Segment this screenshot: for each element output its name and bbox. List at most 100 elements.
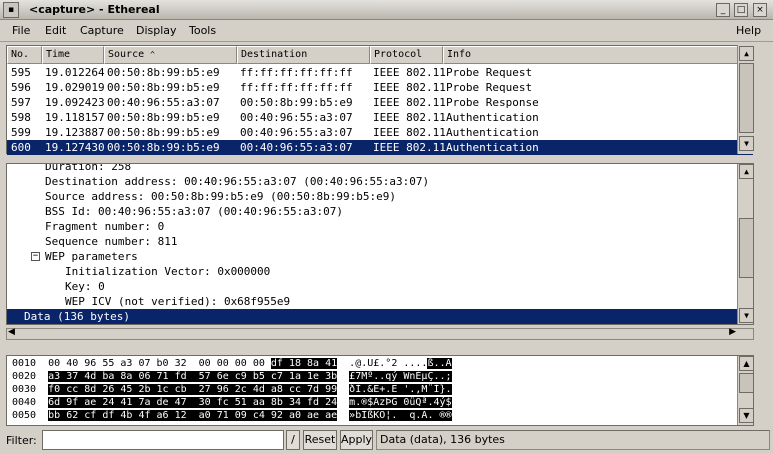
detail-sequence-number[interactable]: Sequence number: 811 [45, 234, 753, 249]
close-icon[interactable]: × [753, 3, 767, 17]
table-row[interactable]: 595 19.012264 00:50:8b:99:b5:e9 ff:ff:ff:ff… [7, 65, 753, 80]
column-header-source-label: Source [108, 49, 145, 60]
details-hscrollbar[interactable]: ◀ ▶ [6, 327, 754, 340]
pane-splitter[interactable] [0, 156, 773, 161]
table-row[interactable]: 596 19.029019 00:50:8b:99:b5:e9 ff:ff:ff:ff… [7, 80, 753, 95]
hex-scrollbar[interactable]: ▲ ▼ [737, 356, 753, 425]
cell-destination: 00:40:96:55:a3:07 [240, 111, 353, 124]
cell-info: Authentication [446, 141, 539, 154]
apply-button[interactable]: Apply [340, 430, 373, 450]
menu-help[interactable]: Help [736, 24, 761, 37]
scroll-up-icon[interactable]: ▲ [739, 356, 753, 371]
hex-ascii [337, 384, 349, 395]
cell-time: 19.127430 [45, 141, 105, 154]
cell-time: 19.012264 [45, 66, 105, 79]
hex-ascii-highlighted: ß..A [427, 358, 452, 369]
cell-source: 00:40:96:55:a3:07 [107, 96, 220, 109]
reset-button[interactable]: Reset [303, 430, 337, 450]
cell-destination: 00:40:96:55:a3:07 [240, 126, 353, 139]
cell-no: 595 [11, 66, 31, 79]
maximize-icon[interactable]: □ [734, 3, 748, 17]
cell-no: 598 [11, 111, 31, 124]
column-header-time[interactable]: Time [42, 46, 104, 64]
hex-dump: 0010 00 40 96 55 a3 07 b0 32 00 00 00 00… [6, 355, 754, 426]
scrollbar-thumb[interactable] [739, 373, 753, 393]
scroll-right-icon[interactable]: ▶ [729, 327, 736, 337]
detail-source-address[interactable]: Source address: 00:50:8b:99:b5:e9 (00:50… [45, 189, 753, 204]
filter-label: Filter: [6, 434, 37, 447]
cell-protocol: IEEE 802.11 [373, 66, 446, 79]
filter-input[interactable] [42, 430, 284, 450]
detail-fragment-number[interactable]: Fragment number: 0 [45, 219, 753, 234]
sort-indicator-icon: ^ [150, 50, 155, 59]
cell-source: 00:50:8b:99:b5:e9 [107, 126, 220, 139]
hex-bytes-highlighted: bb 62 cf df 4b 4f a6 12 a0 71 09 c4 92 a… [48, 410, 338, 421]
table-row[interactable]: 599 19.123887 00:50:8b:99:b5:e9 00:40:96:55… [7, 125, 753, 140]
hex-bytes-highlighted: f0 cc 8d 26 45 2b 1c cb 27 96 2c 4d a8 c… [48, 384, 338, 395]
title-bar: ▪ <capture> - Ethereal _ □ × [0, 0, 773, 20]
menu-tools[interactable]: Tools [189, 24, 216, 37]
hex-line[interactable]: 0010 00 40 96 55 a3 07 b0 32 00 00 00 00… [12, 357, 452, 370]
cell-protocol: IEEE 802.11 [373, 141, 446, 154]
details-scrollbar[interactable]: ▲ ▼ [737, 164, 753, 324]
scroll-down-icon[interactable]: ▼ [739, 136, 754, 151]
cell-time: 19.118157 [45, 111, 105, 124]
hex-offset: 0040 [12, 397, 37, 408]
hex-ascii [337, 410, 349, 421]
table-row[interactable]: 600 19.127430 00:50:8b:99:b5:e9 00:40:96:55… [7, 140, 753, 155]
minimize-icon[interactable]: _ [716, 3, 730, 17]
window-title: <capture> - Ethereal [29, 3, 160, 16]
detail-wep-icv[interactable]: WEP ICV (not verified): 0x68f955e9 [65, 294, 753, 309]
menu-bar: File Edit Capture Display Tools Help [0, 21, 773, 42]
detail-bss-id[interactable]: BSS Id: 00:40:96:55:a3:07 (00:40:96:55:a… [45, 204, 753, 219]
column-header-protocol[interactable]: Protocol [370, 46, 443, 64]
hex-ascii: .@.U£.°2 .... [337, 358, 428, 369]
filter-expression-button[interactable]: / [286, 430, 300, 450]
scroll-down-icon[interactable]: ▼ [739, 308, 753, 323]
scroll-up-icon[interactable]: ▲ [739, 164, 753, 179]
hex-line[interactable]: 0050 bb 62 cf df 4b 4f a6 12 a0 71 09 c4… [12, 409, 452, 422]
hex-line[interactable]: 0020 a3 37 4d ba 8a 06 71 fd 57 6e c9 b5… [12, 370, 452, 383]
cell-info: Authentication [446, 111, 539, 124]
cell-info: Probe Response [446, 96, 539, 109]
column-header-info[interactable]: Info [443, 46, 753, 64]
scrollbar-thumb[interactable] [739, 63, 754, 133]
cell-destination: ff:ff:ff:ff:ff:ff [240, 81, 353, 94]
hex-bytes-highlighted: 6d 9f ae 24 41 7a de 47 30 fc 51 aa 8b 3… [48, 397, 338, 408]
menu-capture[interactable]: Capture [80, 24, 124, 37]
packet-list-scrollbar[interactable]: ▲ ▼ [737, 45, 754, 154]
hex-line[interactable]: 0030 f0 cc 8d 26 45 2b 1c cb 27 96 2c 4d… [12, 383, 452, 396]
cell-source: 00:50:8b:99:b5:e9 [107, 111, 220, 124]
cell-no: 596 [11, 81, 31, 94]
detail-init-vector[interactable]: Initialization Vector: 0x000000 [65, 264, 753, 279]
pane-splitter[interactable] [0, 346, 773, 351]
detail-data-selected[interactable]: Data (136 bytes) [7, 309, 738, 324]
cell-destination: 00:50:8b:99:b5:e9 [240, 96, 353, 109]
table-row[interactable]: 597 19.092423 00:40:96:55:a3:07 00:50:8b:99… [7, 95, 753, 110]
table-row[interactable]: 598 19.118157 00:50:8b:99:b5:e9 00:40:96:55… [7, 110, 753, 125]
menu-display[interactable]: Display [136, 24, 177, 37]
scrollbar-thumb[interactable] [739, 218, 753, 278]
detail-destination-address[interactable]: Destination address: 00:40:96:55:a3:07 (… [45, 174, 753, 189]
scroll-down-icon[interactable]: ▼ [739, 408, 753, 423]
column-header-no[interactable]: No. [7, 46, 42, 64]
menu-file[interactable]: File [12, 24, 30, 37]
hex-line[interactable]: 0040 6d 9f ae 24 41 7a de 47 30 fc 51 aa… [12, 396, 452, 409]
detail-duration[interactable]: Duration: 258 [45, 164, 753, 174]
column-header-destination[interactable]: Destination [237, 46, 370, 64]
column-header-source[interactable]: Source ^ [104, 46, 237, 64]
cell-time: 19.123887 [45, 126, 105, 139]
cell-no: 597 [11, 96, 31, 109]
status-bar: Data (data), 136 bytes [376, 430, 770, 450]
hex-ascii-highlighted: m.®$AzÞG 0üQª.4ý$ [349, 397, 452, 408]
window-menu-icon[interactable]: ▪ [3, 2, 19, 18]
menu-edit[interactable]: Edit [45, 24, 66, 37]
detail-wep-parameters[interactable]: WEP parameters [45, 249, 753, 264]
scroll-left-icon[interactable]: ◀ [8, 327, 15, 337]
hex-ascii [337, 397, 349, 408]
cell-protocol: IEEE 802.11 [373, 81, 446, 94]
scroll-up-icon[interactable]: ▲ [739, 46, 754, 61]
detail-key[interactable]: Key: 0 [65, 279, 753, 294]
collapse-icon[interactable]: − [31, 252, 40, 261]
cell-info: Authentication [446, 126, 539, 139]
